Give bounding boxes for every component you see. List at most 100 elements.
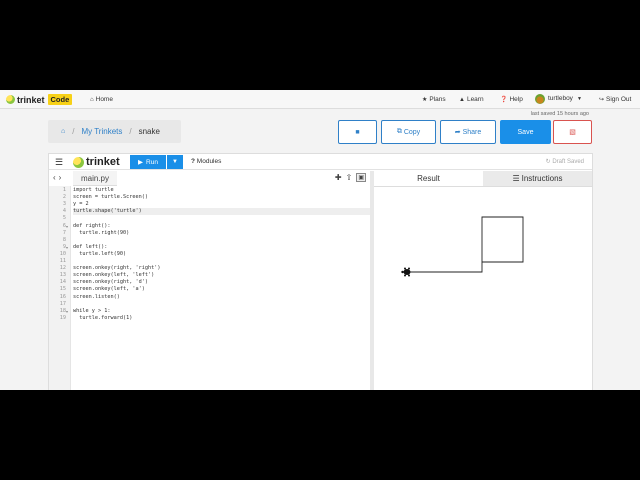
editor-toolbar: ☰ trinket ▶ Run ▼ ? Modules ↻ Draft Save… xyxy=(49,154,592,170)
chevron-right-icon[interactable]: › xyxy=(59,173,62,182)
code-editor[interactable]: import turtle screen = turtle.Screen() y =… xyxy=(71,186,370,390)
breadcrumb-home-icon[interactable]: ⌂ xyxy=(61,128,65,135)
breadcrumb-current: snake xyxy=(138,127,160,136)
nav-plans-label: Plans xyxy=(429,96,446,103)
trinket-code-logo[interactable]: trinket Code xyxy=(6,93,73,106)
line-number: 3 xyxy=(62,201,66,208)
line-number: 5 xyxy=(62,215,66,222)
add-file-icon[interactable]: ✚ xyxy=(335,173,342,182)
file-tab-main-py[interactable]: main.py xyxy=(73,171,117,186)
folder-icon: ■ xyxy=(355,128,360,136)
run-button[interactable]: ▶ Run xyxy=(130,155,166,169)
menu-icon[interactable]: ☰ xyxy=(55,157,63,168)
output-tabs: Result ☰ Instructions xyxy=(374,171,592,186)
save-button[interactable]: Save xyxy=(500,120,551,144)
turtle-drawing xyxy=(401,216,524,277)
username: turtleboy xyxy=(548,95,573,102)
star-icon: ★ xyxy=(422,97,428,103)
tab-scroll-arrows[interactable]: ‹ › xyxy=(53,173,61,182)
letterbox-bottom xyxy=(0,390,640,480)
tab-instructions[interactable]: ☰ Instructions xyxy=(483,171,592,186)
nav-learn-link[interactable]: ▲ Learn xyxy=(459,94,484,105)
image-icon[interactable]: ▣ xyxy=(356,173,366,182)
breadcrumb-my-trinkets[interactable]: My Trinkets xyxy=(81,127,122,136)
fold-arrow-icon[interactable]: ▾ xyxy=(66,244,68,251)
code-line: turtle.left(90) xyxy=(73,250,127,257)
line-number: 15 xyxy=(59,286,66,293)
turtle-result-canvas xyxy=(374,186,592,390)
run-label: Run xyxy=(146,158,158,166)
line-number: 10 xyxy=(59,250,66,257)
line-number: 19 xyxy=(59,314,66,321)
line-number: 2 xyxy=(62,194,66,201)
nav-help-link[interactable]: ❓ Help xyxy=(500,94,523,105)
delete-button[interactable]: ▧ xyxy=(553,120,592,144)
code-line: screen.listen() xyxy=(73,293,120,300)
nav-learn-label: Learn xyxy=(466,96,484,103)
file-tab-bar: ‹ › main.py ✚ ⇧ ▣ xyxy=(49,171,370,186)
file-actions: ✚ ⇧ ▣ xyxy=(335,173,366,182)
chevron-left-icon[interactable]: ‹ xyxy=(53,173,56,182)
copy-icon: ⧉ xyxy=(396,128,402,135)
modules-label: Modules xyxy=(196,158,222,165)
copy-label: Copy xyxy=(403,128,421,136)
code-line: screen.onkey(right, 'd') xyxy=(73,279,148,286)
tab-result[interactable]: Result xyxy=(374,171,483,186)
line-number: 8 xyxy=(62,236,66,243)
line-number-gutter: 1 2 3 4 5 6 ▾ 7 8 9 ▾ 10 11 12 13 14 15 16 17 18 ▾ 19 xyxy=(49,186,71,390)
sign-out-icon: ↪ xyxy=(599,97,605,103)
line-number: 7 xyxy=(62,229,66,236)
breadcrumb-separator: / xyxy=(72,127,75,136)
trinket-brand: trinket xyxy=(73,156,120,168)
code-line: turtle.forward(1) xyxy=(73,314,133,321)
instructions-label: Instructions xyxy=(521,174,563,183)
line-number: 4 xyxy=(62,208,66,215)
upload-icon[interactable]: ⇧ xyxy=(346,173,353,182)
line-number: 11 xyxy=(59,258,66,264)
fold-arrow-icon[interactable]: ▾ xyxy=(66,223,68,230)
code-line: def left(): xyxy=(73,243,108,250)
trash-icon: ▧ xyxy=(569,129,576,136)
breadcrumb-separator: / xyxy=(129,127,132,136)
play-icon: ▶ xyxy=(138,159,144,166)
code-line: while y > 1: xyxy=(73,307,111,314)
nav-plans-link[interactable]: ★ Plans xyxy=(422,94,446,105)
line-number: 1 xyxy=(62,187,66,193)
letterbox-top xyxy=(0,0,640,90)
trinket-logo-icon xyxy=(73,156,84,168)
run-options-dropdown[interactable]: ▼ xyxy=(167,155,183,169)
nav-home-link[interactable]: ⌂ Home xyxy=(90,94,113,105)
brand-text: trinket xyxy=(86,156,120,168)
code-line: screen.onkey(left, 'left') xyxy=(73,272,155,279)
code-line: screen.onkey(left, 'a') xyxy=(73,286,145,293)
code-line: import turtle xyxy=(73,187,114,193)
line-number: 14 xyxy=(59,279,66,286)
folder-button[interactable]: ■ xyxy=(338,120,377,144)
copy-button[interactable]: ⧉ Copy xyxy=(381,120,436,144)
fold-arrow-icon[interactable]: ▾ xyxy=(66,308,68,315)
line-number: 16 xyxy=(59,293,66,300)
nav-help-label: Help xyxy=(509,96,523,103)
share-icon: ➦ xyxy=(454,129,461,136)
code-line: turtle.right(90) xyxy=(73,229,130,236)
trinket-logo-icon xyxy=(6,95,15,104)
turtle-path xyxy=(408,216,524,273)
user-menu[interactable]: turtleboy ▼ xyxy=(535,93,584,104)
modules-button[interactable]: ? Modules xyxy=(191,158,221,165)
share-label: Share xyxy=(462,128,482,136)
nav-signout-link[interactable]: ↪ Sign Out xyxy=(599,94,631,105)
share-button[interactable]: ➦ Share xyxy=(440,120,496,144)
code-line: screen.onkey(right, 'right') xyxy=(73,265,161,272)
nav-home-label: Home xyxy=(95,96,113,103)
caret-down-icon: ▼ xyxy=(576,95,582,102)
code-line: y = 2 xyxy=(73,201,89,208)
list-icon: ☰ xyxy=(512,174,520,183)
turtle-icon xyxy=(401,267,411,277)
trinket-app: trinket Code ⌂ Home ★ Plans ▲ Learn ❓ He… xyxy=(0,90,640,390)
save-label: Save xyxy=(517,128,534,136)
last-saved-status: last saved 15 hours ago xyxy=(530,111,589,117)
